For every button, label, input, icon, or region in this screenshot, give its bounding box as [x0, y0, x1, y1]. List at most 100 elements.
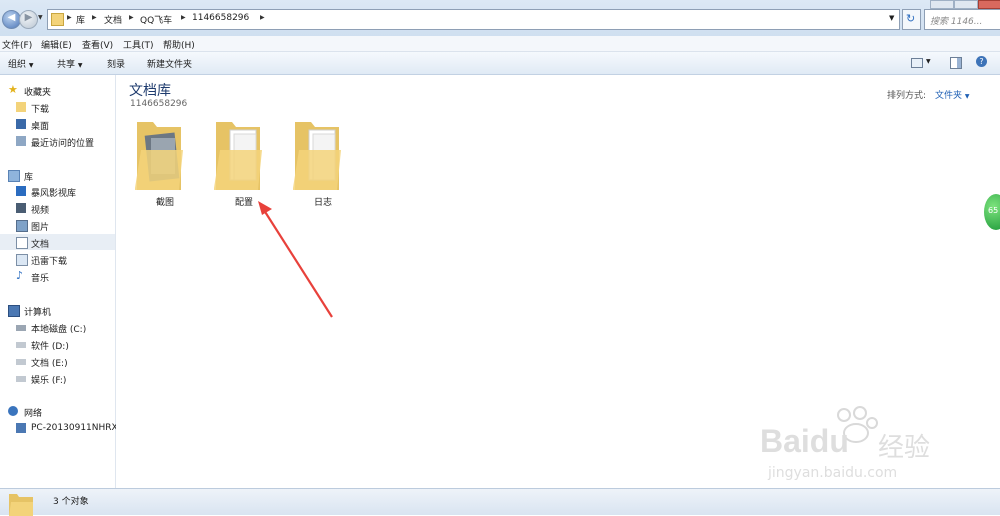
computer-icon — [16, 423, 26, 433]
folder-icon — [51, 13, 64, 26]
sidebar-item-label: 迅雷下载 — [31, 257, 68, 267]
breadcrumb-account[interactable]: 1146658296 — [192, 13, 249, 23]
new-folder-button[interactable]: 新建文件夹 — [147, 57, 192, 70]
close-button[interactable] — [978, 0, 1000, 9]
folder-icon — [9, 494, 33, 516]
watermark-brand-part2: du — [809, 423, 849, 459]
menu-tools[interactable]: 工具(T) — [123, 38, 154, 51]
computer-icon — [8, 305, 20, 317]
sidebar-computer-label: 计算机 — [24, 308, 52, 318]
star-icon: ★ — [8, 83, 18, 96]
watermark-url: jingyan.baidu.com — [768, 465, 898, 481]
menu-view[interactable]: 查看(V) — [82, 38, 113, 51]
video-library-icon — [16, 186, 26, 196]
search-input[interactable]: 搜索 1146... — [924, 9, 1000, 30]
chevron-right-icon[interactable]: ▶ — [92, 14, 97, 21]
sidebar-item-downloads[interactable]: 下载 — [0, 99, 115, 115]
drive-icon — [16, 376, 26, 382]
download-icon — [16, 254, 28, 266]
help-icon[interactable]: ? — [976, 56, 987, 67]
folder-name: 截图 — [155, 198, 174, 208]
address-dropdown-icon[interactable]: ▼ — [889, 14, 894, 22]
breadcrumb-documents[interactable]: 文档 — [104, 13, 122, 26]
refresh-button[interactable]: ↻ — [902, 9, 921, 30]
chevron-right-icon[interactable]: ▶ — [260, 14, 265, 21]
chevron-right-icon[interactable]: ▶ — [67, 14, 72, 21]
sidebar-computer[interactable]: 计算机 — [0, 302, 115, 318]
status-bar: 3 个对象 — [0, 488, 1000, 516]
address-bar-area: ◀ ▶ ▼ ▶ 库 ▶ 文档 ▶ QQ飞车 ▶ 1146658296 ▶ ▼ ↻… — [0, 0, 1000, 37]
forward-arrow-icon: ▶ — [24, 12, 33, 23]
sidebar-item-documents[interactable]: 文档 — [0, 234, 115, 250]
burn-button[interactable]: 刻录 — [107, 57, 125, 70]
sidebar-item-desktop[interactable]: 桌面 — [0, 116, 115, 132]
sidebar-libraries[interactable]: 库 — [0, 167, 115, 183]
caret-down-icon: ▼ — [964, 93, 970, 100]
share-button[interactable]: 共享 ▼ — [57, 57, 83, 70]
watermark-cn: 经验 — [878, 433, 931, 463]
breadcrumb-library[interactable]: 库 — [76, 13, 85, 26]
drive-icon — [16, 342, 26, 348]
sidebar-network-label: 网络 — [24, 409, 43, 419]
watermark: Baidu 经验 jingyan.baidu.com — [760, 405, 990, 495]
sort-label: 排列方式: — [887, 91, 927, 101]
forward-button[interactable]: ▶ — [19, 10, 38, 29]
sidebar-item-drive-c[interactable]: 本地磁盘 (C:) — [0, 319, 115, 335]
breadcrumb-qqspeed[interactable]: QQ飞车 — [140, 13, 172, 26]
menu-edit[interactable]: 编辑(E) — [41, 38, 72, 51]
videos-icon — [16, 203, 26, 213]
status-item-count: 3 个对象 — [53, 497, 89, 507]
view-dropdown-icon[interactable]: ▼ — [926, 58, 931, 65]
sidebar-item-drive-d[interactable]: 软件 (D:) — [0, 336, 115, 352]
sidebar-item-baofeng[interactable]: 暴风影视库 — [0, 183, 115, 199]
minimize-button[interactable] — [930, 0, 954, 9]
sidebar-item-drive-e[interactable]: 文档 (E:) — [0, 353, 115, 369]
refresh-icon: ↻ — [906, 12, 916, 25]
chevron-right-icon[interactable]: ▶ — [181, 14, 186, 21]
desktop-icon — [16, 119, 26, 129]
view-options-icon[interactable] — [911, 58, 923, 68]
sidebar-item-label: 最近访问的位置 — [31, 139, 95, 149]
sidebar-item-thunder[interactable]: 迅雷下载 — [0, 251, 115, 267]
preview-pane-icon[interactable] — [950, 57, 962, 69]
folder-with-documents-icon — [293, 122, 341, 190]
organize-label: 组织 — [8, 60, 27, 70]
sidebar-item-videos[interactable]: 视频 — [0, 200, 115, 216]
organize-button[interactable]: 组织 ▼ — [8, 57, 34, 70]
sidebar-item-drive-f[interactable]: 娱乐 (F:) — [0, 370, 115, 386]
recent-places-icon — [16, 136, 26, 146]
navigation-pane: ★ 收藏夹 下载 桌面 最近访问的位置 库 暴风影视库 视频 图片 文档 迅雷下… — [0, 75, 118, 488]
pictures-icon — [16, 220, 28, 232]
menu-help[interactable]: 帮助(H) — [163, 38, 195, 51]
sidebar-item-label: 图片 — [31, 223, 50, 233]
sidebar-item-pictures[interactable]: 图片 — [0, 217, 115, 233]
sidebar-item-music[interactable]: ♪ 音乐 — [0, 268, 115, 284]
window-controls — [930, 0, 1000, 9]
annotation-arrow — [258, 201, 333, 318]
chevron-right-icon[interactable]: ▶ — [129, 14, 134, 21]
sidebar-favorites-label: 收藏夹 — [24, 88, 52, 98]
menu-file[interactable]: 文件(F) — [2, 38, 32, 51]
sidebar-favorites[interactable]: ★ 收藏夹 — [0, 82, 115, 98]
sort-dropdown[interactable]: 文件夹 ▼ — [935, 88, 970, 101]
sidebar-item-label: 文档 (E:) — [31, 359, 68, 369]
menu-bar: 文件(F) 编辑(E) 查看(V) 工具(T) 帮助(H) — [0, 36, 1000, 52]
watermark-brand: Baidu — [760, 423, 849, 460]
sidebar-item-label: 软件 (D:) — [31, 342, 69, 352]
recent-pages-dropdown[interactable]: ▼ — [38, 14, 43, 21]
sidebar-item-label: 视频 — [31, 206, 50, 216]
sidebar-network[interactable]: 网络 — [0, 403, 115, 419]
folder-item-screenshots[interactable]: 截图 — [135, 120, 195, 210]
caret-down-icon: ▼ — [28, 62, 34, 69]
maximize-button[interactable] — [954, 0, 978, 9]
sidebar-item-label: 音乐 — [31, 274, 50, 284]
address-input[interactable]: ▶ 库 ▶ 文档 ▶ QQ飞车 ▶ 1146658296 ▶ ▼ — [47, 9, 900, 30]
sidebar-item-label: 本地磁盘 (C:) — [31, 325, 87, 335]
search-placeholder: 搜索 1146... — [930, 17, 983, 27]
sidebar-item-recent[interactable]: 最近访问的位置 — [0, 133, 115, 149]
sidebar-item-label: 下载 — [31, 105, 50, 115]
sidebar-item-label: 暴风影视库 — [31, 189, 77, 199]
sidebar-item-label: PC-20130911NHRX — [31, 423, 118, 433]
sidebar-item-pc[interactable]: PC-20130911NHRX — [0, 420, 118, 436]
sort-value: 文件夹 — [935, 91, 963, 101]
